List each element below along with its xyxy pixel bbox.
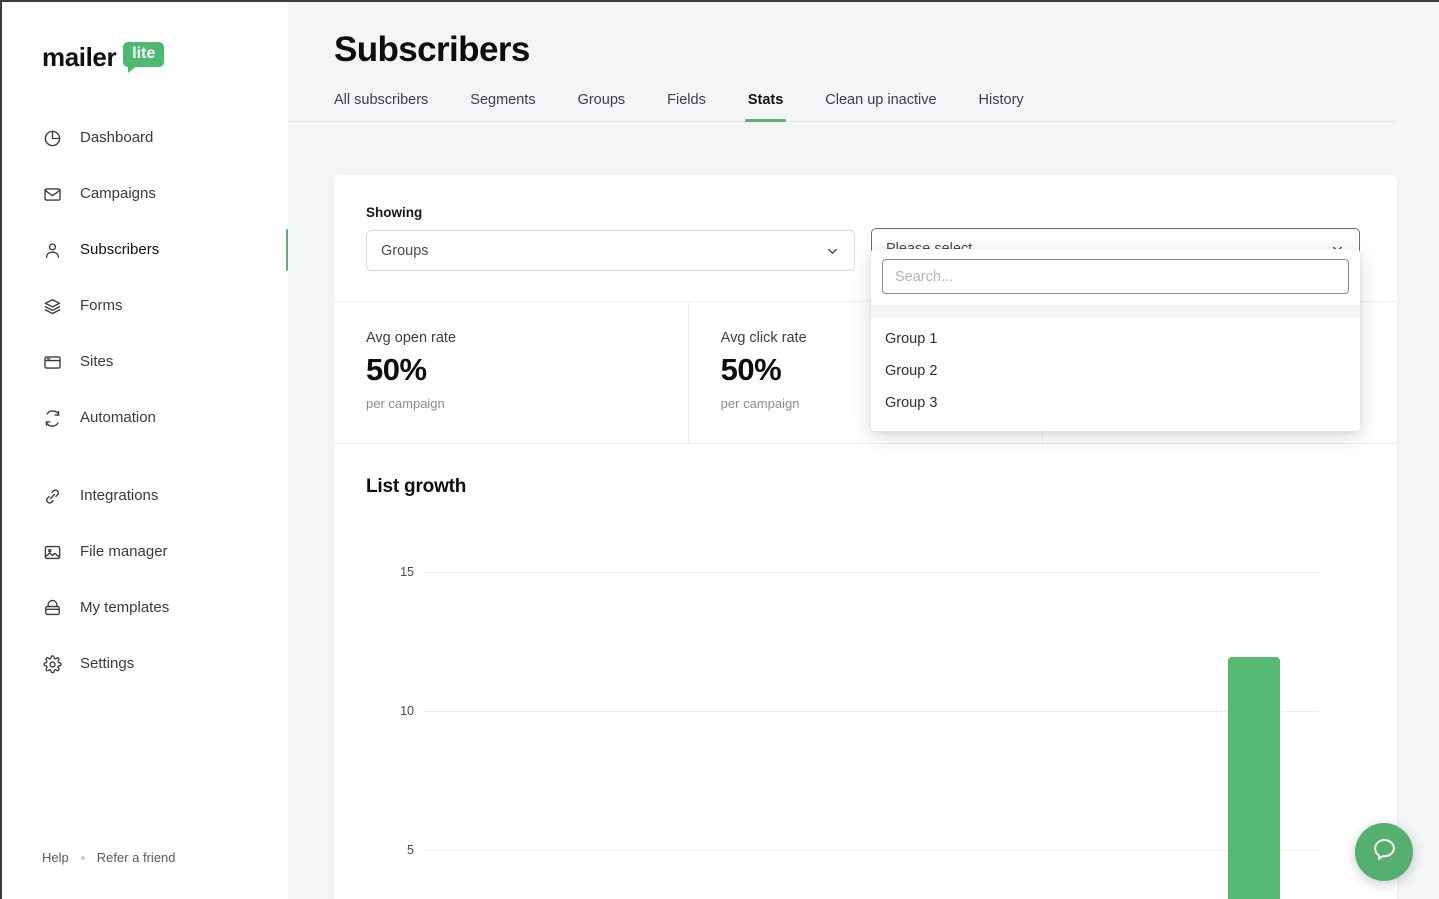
group-select-dropdown: Group 1 Group 2 Group 3 <box>871 249 1360 431</box>
sidebar-item-label: File manager <box>80 542 168 562</box>
y-axis-tick-15: 15 <box>366 565 414 579</box>
user-icon <box>42 240 62 260</box>
sidebar-item-dashboard[interactable]: Dashboard <box>2 122 288 154</box>
sidebar-nav: Dashboard Campaigns Subscribers <box>2 122 288 704</box>
refer-a-friend-link[interactable]: Refer a friend <box>97 850 176 865</box>
list-growth-chart: List growth 15 10 5 <box>334 444 1397 899</box>
sidebar-item-label: Settings <box>80 654 134 674</box>
gridline-15 <box>424 572 1319 573</box>
mailerlite-logo[interactable]: mailer lite <box>42 42 288 76</box>
sidebar-item-label: Dashboard <box>80 128 153 148</box>
chart-bar-latest[interactable] <box>1228 657 1280 899</box>
gridline-5 <box>424 850 1319 851</box>
chat-bubble-icon <box>1371 836 1398 868</box>
logo-text: mailer <box>42 42 116 72</box>
sidebar-item-label: Integrations <box>80 486 158 506</box>
dropdown-option-group-1[interactable]: Group 1 <box>871 323 1360 355</box>
sidebar-item-label: Sites <box>80 352 113 372</box>
sidebar-item-my-templates[interactable]: My templates <box>2 592 288 624</box>
dropdown-search-wrapper <box>871 249 1360 305</box>
envelope-icon <box>42 184 62 204</box>
showing-label: Showing <box>366 205 855 220</box>
separator-dot-icon <box>81 856 85 860</box>
sidebar-item-label: Subscribers <box>80 240 159 260</box>
field-spacer <box>871 205 1360 228</box>
dropdown-divider <box>871 305 1360 317</box>
stat-avg-open-rate: Avg open rate 50% per campaign <box>334 302 689 443</box>
showing-type-select[interactable]: Groups <box>366 230 855 271</box>
layers-icon <box>42 296 62 316</box>
dropdown-option-group-2[interactable]: Group 2 <box>871 355 1360 387</box>
main-content: Subscribers All subscribers Segments Gro… <box>288 2 1439 899</box>
logo-badge: lite <box>123 42 164 67</box>
tab-fields[interactable]: Fields <box>667 92 706 121</box>
sidebar-item-sites[interactable]: Sites <box>2 346 288 378</box>
tab-all-subscribers[interactable]: All subscribers <box>334 92 428 121</box>
dropdown-search-input[interactable] <box>882 259 1349 294</box>
help-link[interactable]: Help <box>42 850 69 865</box>
gear-icon <box>42 654 62 674</box>
sidebar: mailer lite Dashboard Campaigns <box>2 2 288 899</box>
sidebar-item-settings[interactable]: Settings <box>2 648 288 680</box>
browser-window-icon <box>42 352 62 372</box>
stat-value: 50% <box>366 352 688 388</box>
sidebar-item-label: Forms <box>80 296 123 316</box>
refresh-cycle-icon <box>42 408 62 428</box>
sidebar-item-automation[interactable]: Automation <box>2 402 288 434</box>
tab-groups[interactable]: Groups <box>578 92 626 121</box>
sidebar-item-campaigns[interactable]: Campaigns <box>2 178 288 210</box>
tab-stats[interactable]: Stats <box>748 92 783 121</box>
sidebar-item-integrations[interactable]: Integrations <box>2 480 288 512</box>
dropdown-option-list: Group 1 Group 2 Group 3 <box>871 317 1360 431</box>
y-axis-tick-10: 10 <box>366 704 414 718</box>
image-icon <box>42 542 62 562</box>
chart-plot-area: 15 10 5 <box>366 526 1365 899</box>
sidebar-item-forms[interactable]: Forms <box>2 290 288 322</box>
stat-sublabel: per campaign <box>366 396 688 411</box>
help-beacon-button[interactable] <box>1355 823 1413 881</box>
showing-type-value: Groups <box>381 243 429 259</box>
archive-icon <box>42 598 62 618</box>
sidebar-item-subscribers[interactable]: Subscribers <box>2 234 288 266</box>
filter-row: Showing Groups Please select <box>334 175 1397 302</box>
app-window: mailer lite Dashboard Campaigns <box>0 0 1439 899</box>
tab-history[interactable]: History <box>979 92 1024 121</box>
showing-type-field: Showing Groups <box>366 205 855 271</box>
link-icon <box>42 486 62 506</box>
pie-chart-icon <box>42 128 62 148</box>
tab-segments[interactable]: Segments <box>470 92 535 121</box>
chart-title: List growth <box>366 476 1365 498</box>
sidebar-item-label: Campaigns <box>80 184 156 204</box>
sidebar-item-label: Automation <box>80 408 156 428</box>
gridline-10 <box>424 711 1319 712</box>
sidebar-item-file-manager[interactable]: File manager <box>2 536 288 568</box>
stats-card: Showing Groups Please select <box>334 175 1397 899</box>
page-title: Subscribers <box>334 30 1439 70</box>
chevron-down-icon <box>825 243 840 258</box>
sidebar-footer: Help Refer a friend <box>2 850 288 899</box>
sidebar-group-secondary: Integrations File manager My templates <box>2 480 288 680</box>
sidebar-item-label: My templates <box>80 598 169 618</box>
dropdown-option-group-3[interactable]: Group 3 <box>871 387 1360 419</box>
stat-title: Avg open rate <box>366 330 688 346</box>
tab-clean-up-inactive[interactable]: Clean up inactive <box>825 92 936 121</box>
sidebar-group-primary: Dashboard Campaigns Subscribers <box>2 122 288 434</box>
tab-bar: All subscribers Segments Groups Fields S… <box>288 92 1395 122</box>
y-axis-tick-5: 5 <box>366 843 414 857</box>
group-select-field: Please select Group 1 Group 2 <box>871 205 1360 271</box>
